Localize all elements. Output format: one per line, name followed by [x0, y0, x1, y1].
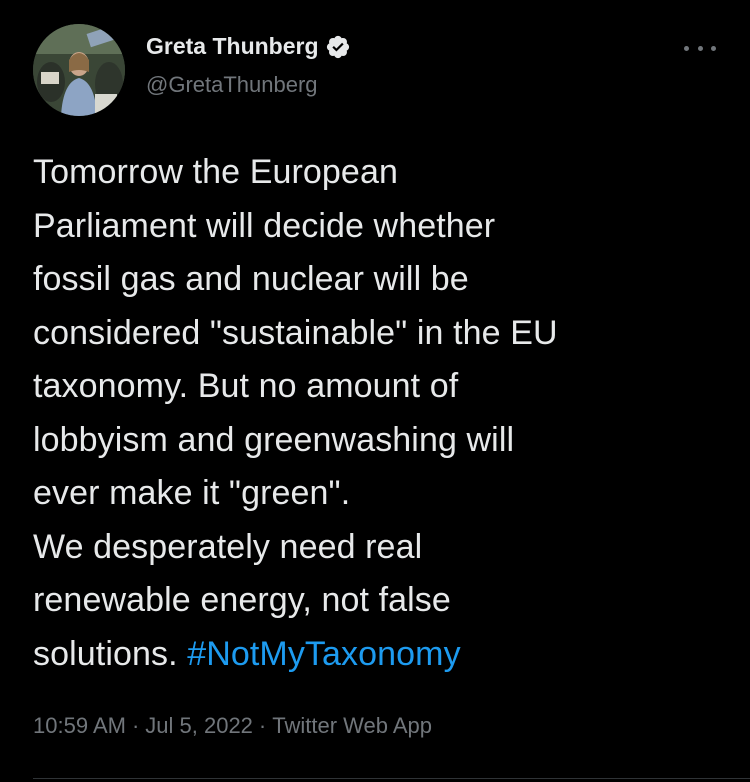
- tweet-text-line: Tomorrow the European: [33, 153, 398, 191]
- tweet-metadata: 10:59 AM · Jul 5, 2022 · Twitter Web App: [33, 713, 432, 739]
- author-handle[interactable]: @GretaThunberg: [146, 72, 318, 98]
- tweet-source: Twitter Web App: [272, 713, 433, 738]
- meta-separator: ·: [258, 713, 267, 738]
- tweet-text-line: considered "sustainable" in the EU: [33, 313, 558, 352]
- tweet-text-segment: solutions.: [33, 634, 188, 673]
- more-horizontal-icon: [697, 45, 703, 51]
- meta-separator: ·: [131, 713, 140, 738]
- tweet-text: Tomorrow the European Parliament will de…: [33, 146, 733, 681]
- verified-badge-icon: [326, 35, 349, 58]
- tweet-text-line: renewable energy, not false: [33, 581, 451, 619]
- profile-photo-icon: [33, 24, 125, 116]
- tweet-date[interactable]: Jul 5, 2022: [145, 713, 253, 738]
- more-options-button[interactable]: [684, 40, 716, 56]
- author-name[interactable]: Greta Thunberg: [146, 33, 351, 60]
- more-horizontal-icon: [684, 45, 689, 51]
- hashtag-link[interactable]: #NotMyTaxonomy: [187, 635, 461, 673]
- tweet-text-line: We desperately need real: [33, 527, 423, 566]
- divider: [33, 778, 750, 779]
- tweet-text-line: ever make it "green".: [33, 474, 351, 512]
- avatar[interactable]: [33, 24, 125, 116]
- tweet-text-line: solutions. #NotMyTaxonomy: [33, 628, 733, 682]
- tweet-text-line: lobbyism and greenwashing will: [33, 420, 515, 459]
- author-name-label[interactable]: Greta Thunberg: [146, 33, 319, 60]
- tweet-text-line: fossil gas and nuclear will be: [33, 260, 469, 298]
- more-horizontal-icon: [711, 45, 716, 51]
- tweet-time[interactable]: 10:59 AM: [33, 713, 126, 738]
- tweet-text-line: taxonomy. But no amount of: [33, 367, 459, 405]
- tweet-text-line: Parliament will decide whether: [33, 206, 496, 245]
- tweet-card: Greta Thunberg @GretaThunberg Tomorrow t…: [0, 0, 750, 782]
